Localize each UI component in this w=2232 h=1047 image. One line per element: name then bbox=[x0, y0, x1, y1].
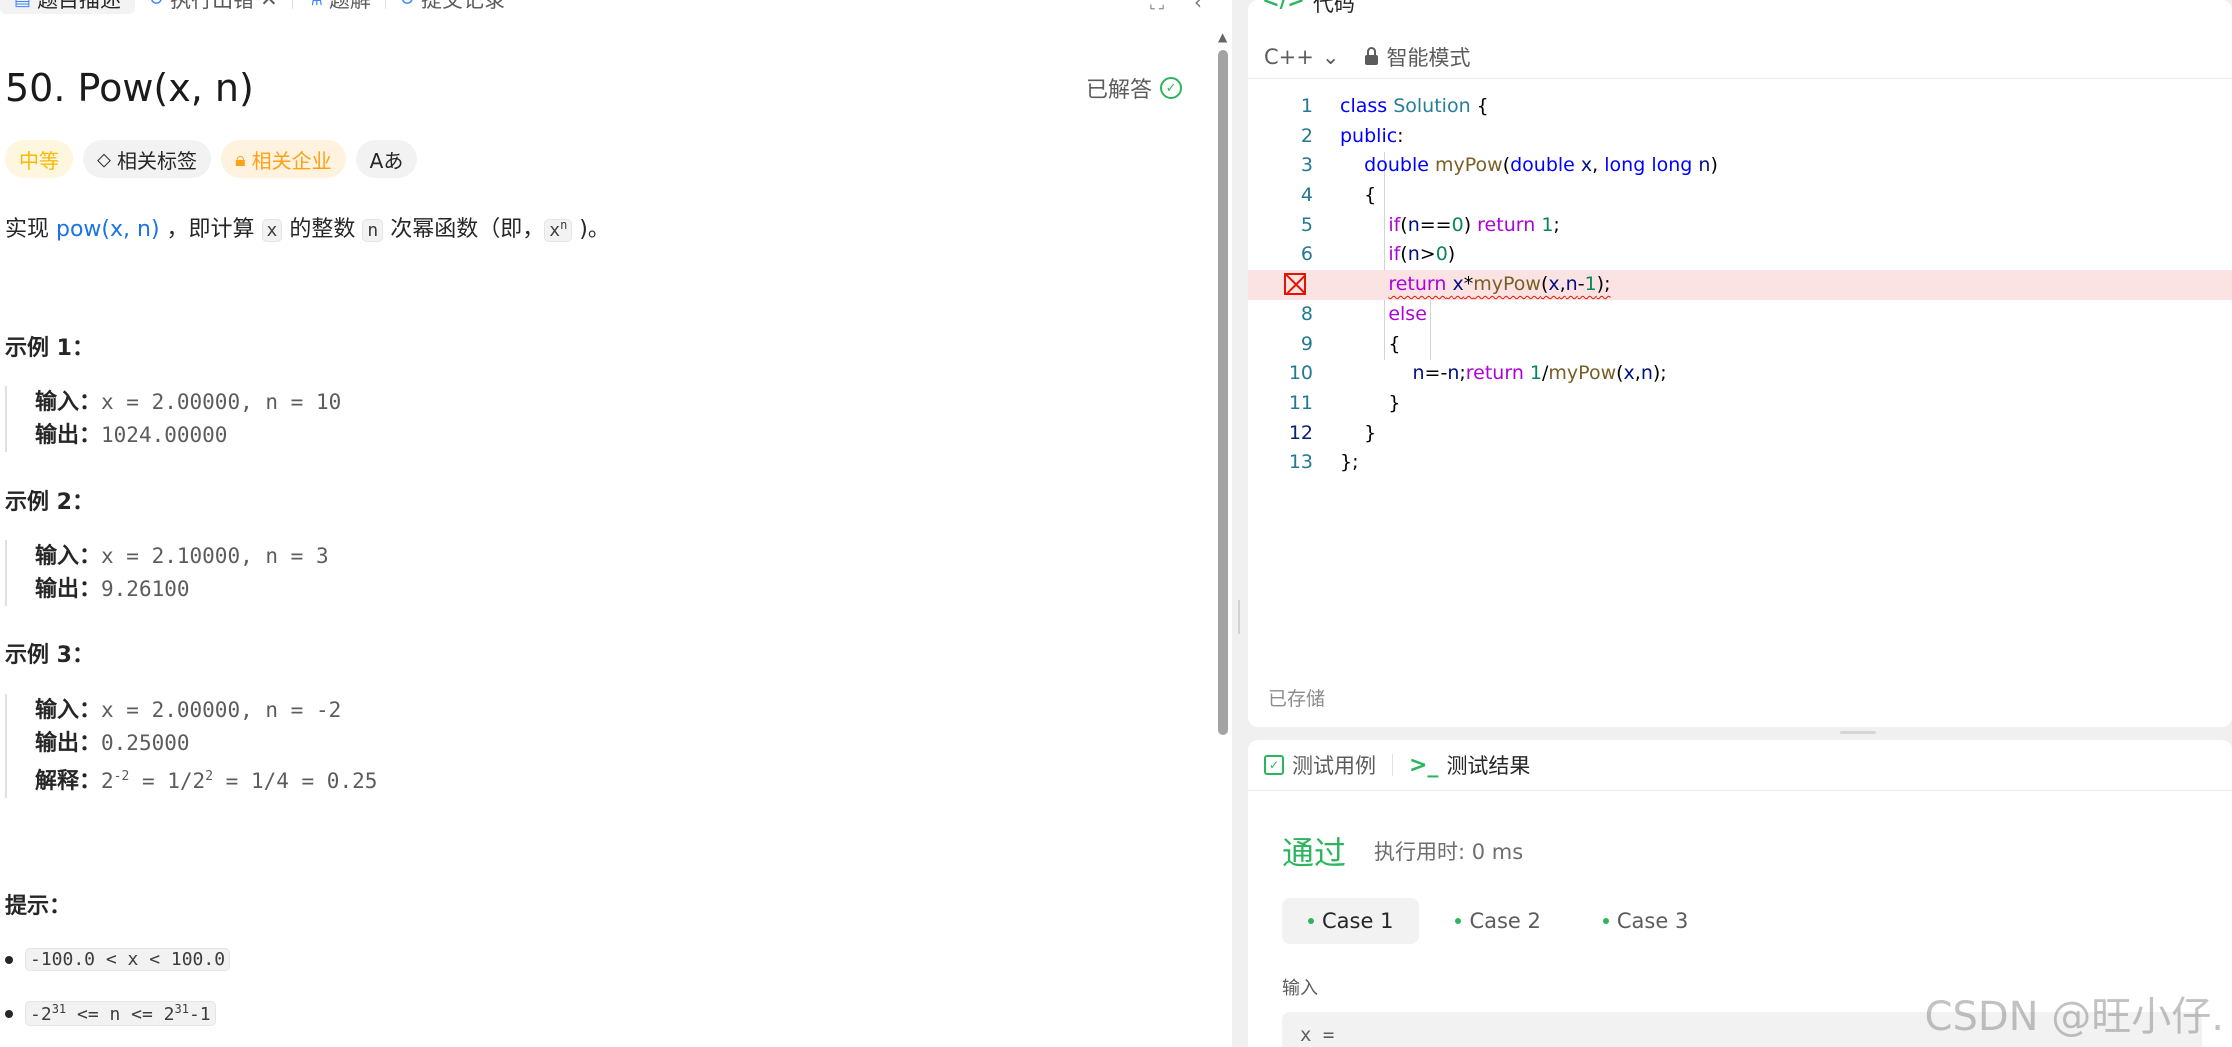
code-line-error: return x*myPow(x,n-1); bbox=[1248, 270, 2232, 300]
hint-item: -100.0 < x < 100.0 bbox=[5, 948, 231, 971]
drag-handle[interactable] bbox=[1840, 731, 1876, 734]
example-title: 示例 2： bbox=[5, 490, 94, 515]
editor-header: </> 代码 bbox=[1262, 0, 1355, 18]
watermark: CSDN @旺小仔. bbox=[1924, 994, 2224, 1040]
smart-mode-toggle[interactable]: 智能模式 bbox=[1365, 42, 1470, 72]
language-select[interactable]: C++ ⌄ bbox=[1264, 45, 1339, 69]
hint-item: -231 <= n <= 231-1 bbox=[5, 1001, 216, 1026]
code-line: 10 n=-n;return 1/myPow(x,n); bbox=[1288, 362, 1667, 385]
description-icon: ▤ bbox=[14, 0, 31, 10]
bullet-icon bbox=[5, 955, 13, 964]
inline-code: n bbox=[362, 219, 384, 242]
example-block: 输入：x = 2.00000, n = -2 输出：0.25000 解释：2-2… bbox=[5, 694, 377, 798]
code-area[interactable]: 1 class Solution { 2 public: 3 double myPo… bbox=[1248, 92, 2232, 478]
translate-button[interactable]: Aあ bbox=[355, 140, 418, 178]
code-line: 12 } bbox=[1288, 421, 1377, 444]
bullet-icon bbox=[5, 1009, 13, 1018]
example-block: 输入：x = 2.00000, n = 10 输出：1024.00000 bbox=[5, 386, 341, 452]
history-icon: ↺ bbox=[400, 0, 415, 10]
pass-dot-icon bbox=[1308, 918, 1314, 924]
collapse-icon[interactable]: ‹ bbox=[1194, 0, 1202, 14]
pow-link[interactable]: pow(x, n) bbox=[56, 217, 160, 242]
code-line: 13}; bbox=[1288, 451, 1359, 474]
checkbox-icon: ✓ bbox=[1264, 755, 1284, 775]
tab-test-result[interactable]: >_ 测试结果 bbox=[1393, 750, 1546, 780]
solution-icon: ⚗ bbox=[307, 0, 323, 10]
tab-submissions[interactable]: ↺ 提交记录 bbox=[386, 0, 519, 14]
tab-solutions[interactable]: ⚗ 题解 bbox=[293, 0, 385, 14]
example-block: 输入：x = 2.10000, n = 3 输出：9.26100 bbox=[5, 540, 329, 606]
code-line: 8 else bbox=[1300, 302, 1427, 325]
lock-icon: 🔒︎ bbox=[235, 147, 246, 171]
tab-run-error[interactable]: ↺ 执行出错 ✕ bbox=[135, 0, 292, 14]
drag-handle[interactable] bbox=[1238, 600, 1240, 634]
panel-divider[interactable] bbox=[1232, 0, 1244, 1047]
code-line: 6 if(n>0) bbox=[1300, 243, 1456, 266]
code-icon: </> bbox=[1262, 0, 1305, 12]
error-marker-icon[interactable] bbox=[1284, 273, 1306, 296]
test-tab-bar: ✓ 测试用例 >_ 测试结果 bbox=[1248, 740, 2232, 791]
case-tab-3[interactable]: Case 3 bbox=[1577, 898, 1714, 944]
case-tab-2[interactable]: Case 2 bbox=[1429, 898, 1566, 944]
related-tags-button[interactable]: ⬦ 相关标签 bbox=[83, 140, 211, 178]
runtime-label: 执行用时: 0 ms bbox=[1374, 840, 1524, 864]
tag-icon: ⬦ bbox=[97, 147, 111, 171]
input-label: 输入 bbox=[1282, 978, 1318, 999]
code-line: 5 if(n==0) return 1; bbox=[1300, 213, 1560, 236]
tag-row: 中等 ⬦ 相关标签 🔒︎ 相关企业 Aあ bbox=[5, 140, 418, 178]
close-icon[interactable]: ✕ bbox=[260, 0, 278, 11]
case-tabs: Case 1 Case 2 Case 3 bbox=[1282, 898, 1714, 944]
code-line: 9 { bbox=[1300, 332, 1401, 355]
code-line: 1 class Solution { bbox=[1300, 95, 1489, 117]
code-line: 4 { bbox=[1300, 184, 1377, 207]
inline-code: x bbox=[261, 219, 283, 242]
chevron-down-icon: ⌄ bbox=[1321, 45, 1340, 69]
panel-tools: ⛶ ‹ bbox=[1150, 0, 1202, 14]
check-circle-icon: ✓ bbox=[1160, 77, 1183, 99]
solved-status: 已解答 ✓ bbox=[1086, 72, 1183, 104]
example-title: 示例 3： bbox=[5, 643, 94, 668]
lock-icon bbox=[1365, 47, 1379, 65]
editor-toolbar: C++ ⌄ 智能模式 bbox=[1248, 36, 2232, 79]
case-tab-1[interactable]: Case 1 bbox=[1282, 898, 1420, 944]
problem-description: 实现 pow(x, n) ，即计算 x 的整数 n 次幂函数（即， xn )。 bbox=[5, 217, 610, 242]
difficulty-badge[interactable]: 中等 bbox=[5, 140, 73, 178]
scroll-up-icon[interactable]: ▲ bbox=[1218, 30, 1227, 44]
code-line: 3 double myPow(double x, long long n) bbox=[1300, 154, 1718, 177]
saved-status: 已存储 bbox=[1268, 688, 1326, 710]
left-scrollbar[interactable]: ▲ bbox=[1218, 30, 1228, 735]
problem-title: 50. Pow(x, n) bbox=[5, 66, 254, 110]
history-icon: ↺ bbox=[149, 0, 164, 10]
result-status: 通过 bbox=[1282, 834, 1347, 872]
problem-panel: ▤ 题目描述 ↺ 执行出错 ✕ ⚗ 题解 ↺ 提交记录 ⛶ ‹ 50. Pow(… bbox=[0, 0, 1232, 1047]
translate-icon: Aあ bbox=[369, 148, 404, 173]
tab-description[interactable]: ▤ 题目描述 bbox=[0, 0, 136, 14]
related-companies-button[interactable]: 🔒︎ 相关企业 bbox=[221, 140, 346, 178]
tab-test-cases[interactable]: ✓ 测试用例 bbox=[1248, 750, 1392, 780]
terminal-icon: >_ bbox=[1409, 752, 1439, 778]
pass-dot-icon bbox=[1455, 918, 1462, 924]
code-line: 11 } bbox=[1288, 391, 1401, 414]
inline-code: xn bbox=[544, 218, 573, 242]
left-tab-bar: ▤ 题目描述 ↺ 执行出错 ✕ ⚗ 题解 ↺ 提交记录 bbox=[0, 0, 1232, 14]
example-title: 示例 1： bbox=[5, 336, 94, 361]
pass-dot-icon bbox=[1602, 918, 1609, 924]
hints-title: 提示： bbox=[5, 894, 72, 919]
code-line: 2 public: bbox=[1300, 124, 1404, 147]
scrollbar-thumb[interactable] bbox=[1218, 50, 1228, 735]
code-editor-panel: </> 代码 C++ ⌄ 智能模式 1 class Solution { 2 pub… bbox=[1248, 0, 2232, 727]
expand-icon[interactable]: ⛶ bbox=[1150, 0, 1164, 14]
